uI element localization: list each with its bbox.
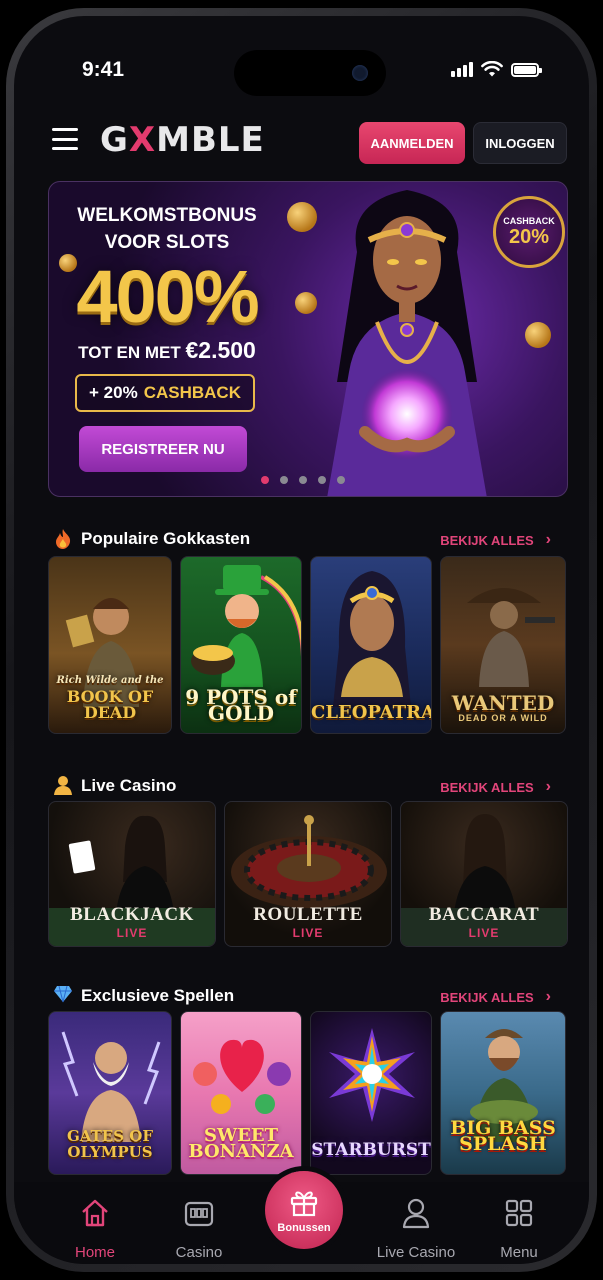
hero-upto: TOT EN MET €2.500 [78, 337, 256, 363]
table-name: BACCARAT [428, 904, 540, 925]
tab-casino[interactable]: Casino [154, 1196, 244, 1261]
user-icon [371, 1196, 461, 1230]
flame-icon [52, 528, 74, 550]
tab-menu[interactable]: Menu [474, 1196, 564, 1261]
gift-icon [290, 1191, 318, 1217]
view-all-link[interactable]: BEKIJK ALLES › [440, 531, 551, 549]
section-title: Populaire Gokkasten [81, 529, 251, 548]
live-table-blackjack[interactable]: BLACKJACK LIVE [48, 801, 216, 947]
game-tile-cleopatra[interactable]: CLEOPATRA [310, 556, 432, 734]
wifi-icon [481, 61, 503, 77]
diamond-icon [52, 985, 74, 1007]
enchantress-illustration [327, 190, 487, 496]
register-now-button[interactable]: REGISTREER NU [79, 426, 247, 472]
game-tile-book-of-dead[interactable]: Rich Wilde and the BOOK OF DEAD [48, 556, 172, 734]
live-casino-header: Live Casino BEKIJK ALLES › [52, 773, 551, 799]
carousel-dot[interactable] [299, 476, 307, 484]
game-title: STARBURST [311, 1140, 431, 1160]
section-title: Exclusieve Spellen [81, 986, 235, 1005]
tab-live-casino[interactable]: Live Casino [371, 1196, 461, 1261]
carousel-dot[interactable] [261, 476, 269, 484]
carousel-dot[interactable] [318, 476, 326, 484]
view-all-link[interactable]: BEKIJK ALLES › [440, 988, 551, 1006]
cellular-signal-icon [451, 61, 473, 77]
register-button[interactable]: AANMELDEN [359, 122, 465, 164]
carousel-dot[interactable] [280, 476, 288, 484]
tab-bonuses[interactable]: Bonussen [265, 1171, 343, 1249]
logo[interactable]: GXMBLE [100, 120, 265, 160]
hamburger-menu-icon[interactable] [52, 128, 78, 150]
login-button[interactable]: INLOGGEN [473, 122, 567, 164]
table-name: BLACKJACK [70, 904, 194, 925]
game-tile-gates-of-olympus[interactable]: GATES OF OLYMPUS [48, 1011, 172, 1175]
header: GXMBLE AANMELDEN INLOGGEN [14, 112, 589, 172]
table-name: ROULETTE [253, 904, 363, 925]
game-tile-wanted[interactable]: WANTED DEAD OR A WILD [440, 556, 566, 734]
game-subtitle: DEAD OR A WILD [458, 713, 548, 723]
phone-frame: 9:41 GXMBLE AANMELDEN INLOGGEN WELKOMSTB… [6, 8, 597, 1272]
game-title: SWEET BONANZA [188, 1125, 294, 1162]
game-tile-9-pots-of-gold[interactable]: 9 POTS of GOLD [180, 556, 302, 734]
game-tile-sweet-bonanza[interactable]: SWEET BONANZA [180, 1011, 302, 1175]
game-title: 9 POTS of GOLD [185, 685, 297, 725]
status-time: 9:41 [82, 58, 125, 81]
tab-home[interactable]: Home [50, 1196, 140, 1261]
live-tag: LIVE [116, 926, 148, 940]
home-icon [50, 1196, 140, 1230]
cashback-badge: CASHBACK 20% [493, 196, 565, 268]
dynamic-island [234, 50, 386, 96]
section-title: Live Casino [81, 776, 177, 795]
live-tag: LIVE [468, 926, 500, 940]
game-title: GATES OF OLYMPUS [67, 1127, 153, 1161]
game-tile-starburst[interactable]: STARBURST [310, 1011, 432, 1175]
game-title: Rich Wilde and the BOOK OF DEAD [56, 675, 164, 722]
hero-title: WELKOMSTBONUS VOOR SLOTS [77, 205, 257, 253]
chevron-right-icon: › [545, 988, 551, 1005]
view-all-link[interactable]: BEKIJK ALLES › [440, 778, 551, 796]
battery-icon [511, 63, 542, 77]
live-table-roulette[interactable]: ROULETTE LIVE [224, 801, 392, 947]
carousel-dot[interactable] [337, 476, 345, 484]
popular-slots-header: Populaire Gokkasten BEKIJK ALLES › [52, 526, 551, 552]
carousel-dots [261, 476, 345, 484]
dealer-icon [52, 775, 74, 797]
hero-percentage: 400% [76, 255, 259, 338]
game-tile-big-bass-splash[interactable]: BIG BASS SPLASH [440, 1011, 566, 1175]
coin-decoration [525, 322, 551, 348]
screen: 9:41 GXMBLE AANMELDEN INLOGGEN WELKOMSTB… [14, 16, 589, 1264]
chevron-right-icon: › [545, 778, 551, 795]
camera-icon [352, 65, 368, 81]
hero-banner[interactable]: WELKOMSTBONUS VOOR SLOTS 400% TOT EN MET … [48, 181, 568, 497]
game-title: CLEOPATRA [311, 702, 432, 723]
slot-machine-icon [154, 1196, 244, 1230]
grid-icon [474, 1196, 564, 1230]
exclusive-games-header: Exclusieve Spellen BEKIJK ALLES › [52, 983, 551, 1009]
hero-cashback-box: + 20% CASHBACK [75, 374, 255, 412]
status-icons [451, 61, 542, 77]
game-title: BIG BASS SPLASH [450, 1117, 556, 1155]
chevron-right-icon: › [545, 531, 551, 548]
game-title: WANTED [451, 691, 555, 715]
live-tag: LIVE [292, 926, 324, 940]
live-table-baccarat[interactable]: BACCARAT LIVE [400, 801, 568, 947]
